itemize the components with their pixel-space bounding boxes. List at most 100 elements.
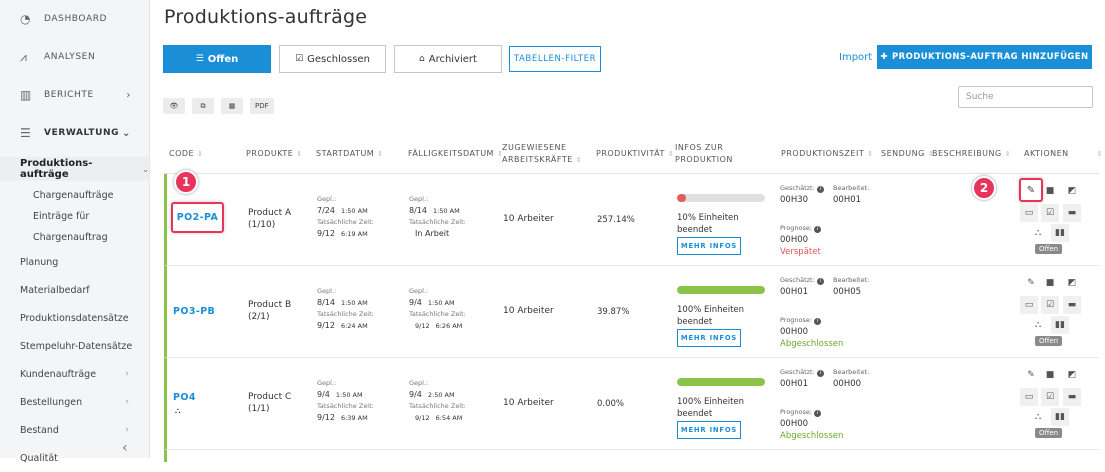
order-code-link[interactable]: PO4 — [173, 392, 196, 403]
more-info-button[interactable]: MEHR INFOS — [677, 329, 741, 347]
nav-berichte[interactable]: ▥ BERICHTE › — [0, 76, 149, 114]
th-prodtime[interactable]: PRODUKTIONSZEIT ⇕ — [781, 148, 874, 160]
tab-archiviert[interactable]: ⌂ Archiviert — [394, 45, 502, 73]
nav-sub-chargenauftrag[interactable]: Chargenauftrag — [0, 227, 149, 248]
barcode-button[interactable]: ▮▮ — [1051, 408, 1069, 426]
nav-dashboard[interactable]: ◔ DASHBOARD — [0, 0, 149, 38]
start-date-cell: Gepl.: 7/24 1:50 AM Tatsächliche Zeit: 9/… — [317, 194, 374, 240]
start-date: 8/14 — [317, 298, 335, 307]
sort-icon: ⇕ — [377, 150, 384, 158]
estimated-label: Geschätzt: i — [780, 182, 824, 194]
th-desc[interactable]: BESCHREIBUNG ⇕ — [932, 148, 1011, 160]
delete-button[interactable]: ■ — [1041, 274, 1059, 292]
workers-cell: 10 Arbeiter — [503, 398, 554, 408]
sort-icon: ⇕ — [1096, 150, 1104, 158]
copy-icon[interactable]: ⧉ — [192, 98, 214, 114]
assign-button[interactable]: ▭ — [1020, 296, 1038, 314]
structure-button[interactable]: ⛬ — [1029, 316, 1047, 334]
th-shipment[interactable]: SENDUNG ⇕ — [881, 148, 934, 160]
th-info[interactable]: INFOS ZUR PRODUKTION — [675, 142, 733, 166]
edit-button[interactable]: ✎ — [1022, 274, 1040, 292]
due-date: 8/14 — [409, 206, 427, 215]
due-date-cell: Gepl.: 8/14 1:50 AM Tatsächliche Zeit: In… — [409, 194, 466, 239]
processed-label: Bearbeitet: — [833, 184, 870, 192]
forecast-cell: Prognose: i 00H00 Abgeschlossen — [780, 314, 843, 350]
inbox-button[interactable]: ▬ — [1063, 204, 1081, 222]
nav-label: Kundenaufträge — [20, 368, 97, 380]
trash-icon: ■ — [1045, 370, 1055, 380]
planned-label: Gepl.: — [317, 195, 337, 203]
assign-button[interactable]: ▭ — [1020, 388, 1038, 406]
table-filter-button[interactable]: TABELLEN-FILTER — [509, 46, 601, 72]
progress-line1: 100% Einheiten — [677, 305, 745, 315]
inbox-button[interactable]: ▬ — [1063, 388, 1081, 406]
th-code[interactable]: CODE ⇕ — [169, 148, 203, 160]
inbox-button[interactable]: ▬ — [1063, 296, 1081, 314]
monitor-icon: ▭ — [1024, 392, 1034, 402]
complete-button[interactable]: ☑ — [1041, 204, 1059, 222]
more-info-button[interactable]: MEHR INFOS — [677, 237, 741, 255]
forecast-label: Prognose: i — [780, 222, 822, 234]
nav-planung[interactable]: Planung — [0, 248, 149, 276]
edit-button[interactable]: ✎ — [1022, 366, 1040, 384]
nav-label: Bestellungen — [20, 396, 83, 408]
th-start[interactable]: STARTDATUM ⇕ — [316, 148, 384, 160]
grid-icon[interactable]: ▦ — [221, 98, 243, 114]
barcode-button[interactable]: ▮▮ — [1051, 316, 1069, 334]
info-icon: i — [814, 318, 822, 325]
planned-label: Gepl.: — [409, 195, 429, 203]
import-link[interactable]: Import — [839, 52, 872, 63]
delete-button[interactable]: ■ — [1041, 182, 1059, 200]
search-input[interactable]: Suche — [958, 86, 1093, 108]
barcode-button[interactable]: ▮▮ — [1051, 224, 1069, 242]
complete-button[interactable]: ☑ — [1041, 296, 1059, 314]
product-qty: (1/10) — [248, 220, 276, 230]
delete-button[interactable]: ■ — [1041, 366, 1059, 384]
planned-label: Gepl.: — [317, 379, 337, 387]
edit-button[interactable]: ✎ — [1019, 178, 1043, 202]
nav-sub-chargenauftraege[interactable]: Chargenaufträge — [0, 185, 149, 206]
more-info-button[interactable]: MEHR INFOS — [677, 421, 741, 439]
report-button[interactable]: ◩ — [1063, 274, 1081, 292]
tab-archiviert-label: Archiviert — [428, 53, 477, 65]
th-due[interactable]: FÄLLIGKEITSDATUM ⇕ — [408, 148, 503, 160]
eye-icon[interactable]: 👁 — [163, 98, 185, 114]
structure-button[interactable]: ⛬ — [1029, 224, 1047, 242]
status-text: Verspätet — [780, 247, 821, 257]
assign-button[interactable]: ▭ — [1020, 204, 1038, 222]
tab-offen[interactable]: ☰ Offen — [163, 45, 271, 73]
th-products[interactable]: PRODUKTE ⇕ — [246, 148, 303, 160]
nav-kundenauftraege[interactable]: Kundenaufträge › — [0, 360, 149, 388]
add-order-button[interactable]: ✚ PRODUKTIONS-AUFTRAG HINZUFÜGEN — [877, 45, 1092, 69]
nav-stempeluhr[interactable]: Stempeluhr-Datensätze — [0, 332, 149, 360]
nav-produktionsauftraege[interactable]: Produktions-aufträge ⌄ — [0, 157, 149, 181]
nav-analysen[interactable]: ⩘ ANALYSEN — [0, 38, 149, 76]
pdf-button[interactable]: PDF — [250, 98, 274, 114]
th-workers[interactable]: ZUGEWIESENE ARBEITSKRÄFTE ⇕ — [502, 142, 582, 166]
complete-button[interactable]: ☑ — [1041, 388, 1059, 406]
report-button[interactable]: ◩ — [1063, 366, 1081, 384]
chart-icon: ◩ — [1067, 186, 1077, 196]
th-actions: AKTIONEN ⇕ — [1024, 148, 1103, 160]
nav-materialbedarf[interactable]: Materialbedarf — [0, 276, 149, 304]
th-label: SENDUNG — [881, 149, 925, 158]
structure-button[interactable]: ⛬ — [1029, 408, 1047, 426]
table-header: CODE ⇕ PRODUKTE ⇕ STARTDATUM ⇕ FÄLLIGKEITSD… — [164, 140, 1103, 174]
nav-verwaltung[interactable]: ☰ VERWALTUNG ⌄ — [0, 114, 149, 152]
product-qty: (2/1) — [248, 312, 270, 322]
nav-produktionsdatensaetze[interactable]: Produktionsdatensätze — [0, 304, 149, 332]
report-button[interactable]: ◩ — [1063, 182, 1081, 200]
start-planned: 8/14 1:50 AM — [317, 297, 374, 309]
collapse-sidebar-icon[interactable]: ‹ — [122, 440, 128, 456]
order-code-link[interactable]: PO2-PA — [177, 212, 218, 223]
nav-sub-eintraege[interactable]: Einträge für — [0, 206, 149, 227]
nav-bestellungen[interactable]: Bestellungen › — [0, 388, 149, 416]
page-title: Produktions-aufträge — [164, 6, 368, 28]
tab-geschlossen[interactable]: ☑ Geschlossen — [279, 45, 386, 73]
th-productivity[interactable]: PRODUKTIVITÄT ⇕ — [596, 148, 674, 160]
chart-icon: ◩ — [1067, 370, 1077, 380]
sitemap-icon: ⛬ — [1034, 320, 1042, 330]
forecast-value: 00H00 — [780, 327, 809, 337]
trash-icon: ■ — [1045, 186, 1055, 196]
order-code-link[interactable]: PO3-PB — [173, 306, 215, 317]
